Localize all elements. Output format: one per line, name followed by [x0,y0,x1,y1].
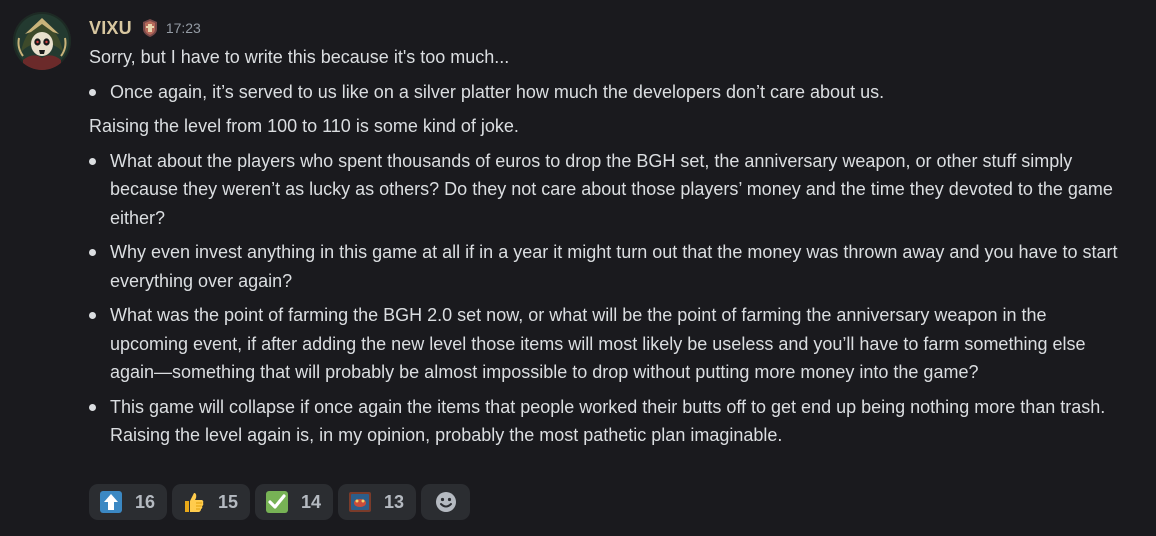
list-item-text: What about the players who spent thousan… [110,150,1113,228]
list-item-text: Why even invest anything in this game at… [110,242,1118,291]
bullet-dot [89,249,96,256]
bullet-dot [89,312,96,319]
reactions-bar: 16 15 14 13 [89,484,470,520]
pirate-skull-avatar-icon [13,12,71,70]
custom-emoji-icon [348,490,372,514]
list-item: This game will collapse if once again th… [89,393,1129,450]
reaction-check-mark[interactable]: 14 [255,484,333,520]
bullet-dot [89,403,96,411]
check-mark-icon [265,490,289,514]
list-item: Why even invest anything in this game at… [89,238,1129,295]
user-avatar[interactable] [13,12,71,70]
bullet-list-2: What about the players who spent thousan… [89,147,1129,450]
list-item-text: This game will collapse if once again th… [110,396,1106,446]
up-arrow-icon [99,490,123,514]
reaction-thumbs-up[interactable]: 15 [172,484,250,520]
reaction-count: 13 [384,491,405,512]
bullet-dot [89,157,96,165]
intro-text: Sorry, but I have to write this because … [89,47,510,67]
list-item: Once again, it’s served to us like on a … [89,78,1129,107]
reaction-up-arrow[interactable]: 16 [89,484,167,520]
thumbs-up-icon [182,490,206,514]
message-header: VIXU 17:23 [89,16,201,40]
bullet-list-1: Once again, it’s served to us like on a … [89,78,1129,107]
smiley-add-reaction-icon [434,490,458,514]
bullet-dot [89,88,96,96]
chat-message: VIXU 17:23 Sorry, but I have to write th… [0,0,1156,536]
list-item: What about the players who spent thousan… [89,147,1129,233]
list-item-text: What was the point of farming the BGH 2.… [110,305,1086,382]
middle-text: Raising the level from 100 to 110 is som… [89,116,519,136]
message-content: Sorry, but I have to write this because … [89,43,1129,456]
list-item-text: Once again, it’s served to us like on a … [110,81,885,102]
reaction-count: 14 [301,491,322,512]
reaction-count: 16 [135,491,156,512]
reaction-count: 15 [218,491,239,512]
reaction-custom[interactable]: 13 [338,484,416,520]
list-item: What was the point of farming the BGH 2.… [89,301,1129,387]
guild-badge-icon[interactable] [140,18,160,38]
username[interactable]: VIXU [89,18,132,39]
message-timestamp: 17:23 [165,20,201,36]
add-reaction-button[interactable] [421,484,470,520]
